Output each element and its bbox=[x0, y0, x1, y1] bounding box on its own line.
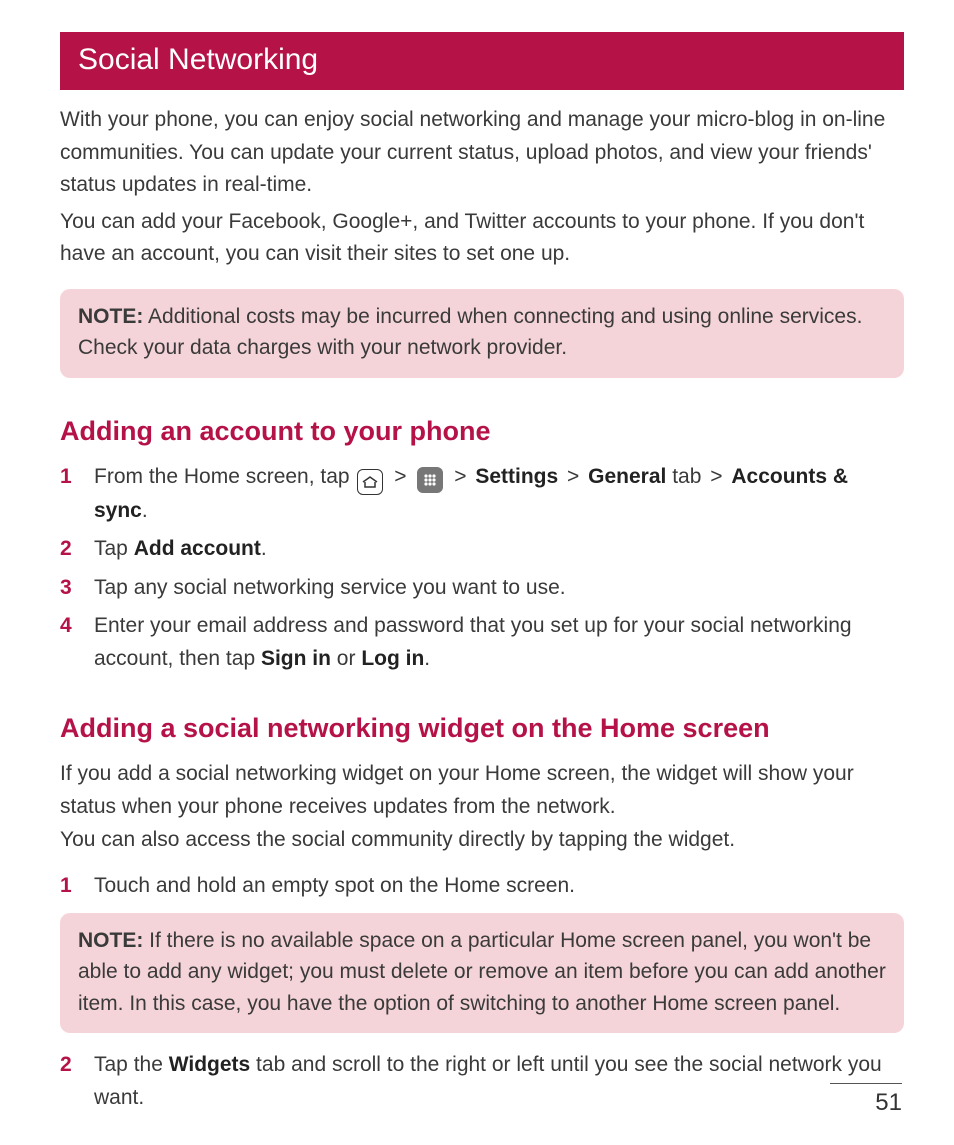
period: . bbox=[142, 499, 148, 522]
step-4: 4 Enter your email address and password … bbox=[60, 610, 904, 675]
bold-log-in: Log in bbox=[361, 647, 424, 670]
step-number: 2 bbox=[60, 533, 94, 566]
step-number: 1 bbox=[60, 461, 94, 494]
section-heading-adding-widget: Adding a social networking widget on the… bbox=[60, 713, 904, 744]
step-body: From the Home screen, tap > > Settings >… bbox=[94, 461, 904, 528]
step-body: Touch and hold an empty spot on the Home… bbox=[94, 870, 904, 903]
steps-list-1: 1 From the Home screen, tap > > Settings… bbox=[60, 461, 904, 676]
step-3: 3 Tap any social networking service you … bbox=[60, 572, 904, 605]
step-1: 1 From the Home screen, tap > > Settings… bbox=[60, 461, 904, 528]
step-body: Enter your email address and password th… bbox=[94, 610, 904, 675]
text: Tap the bbox=[94, 1053, 169, 1076]
period: . bbox=[424, 647, 430, 670]
step-number: 2 bbox=[60, 1049, 94, 1082]
step-body: Tap any social networking service you wa… bbox=[94, 572, 904, 605]
note-box-space: NOTE: If there is no available space on … bbox=[60, 913, 904, 1034]
chevron: > bbox=[710, 465, 722, 488]
step-2: 2 Tap the Widgets tab and scroll to the … bbox=[60, 1049, 904, 1114]
section2-intro-2: You can also access the social community… bbox=[60, 824, 904, 857]
text: or bbox=[331, 647, 361, 670]
intro-paragraph-1: With your phone, you can enjoy social ne… bbox=[60, 104, 904, 202]
text: From the Home screen, tap bbox=[94, 465, 355, 488]
note-body: Additional costs may be incurred when co… bbox=[78, 305, 862, 360]
section-heading-adding-account: Adding an account to your phone bbox=[60, 416, 904, 447]
intro-paragraph-2: You can add your Facebook, Google+, and … bbox=[60, 206, 904, 271]
period: . bbox=[261, 537, 267, 560]
chevron: > bbox=[394, 465, 406, 488]
step-number: 1 bbox=[60, 870, 94, 903]
note-label: NOTE: bbox=[78, 305, 143, 328]
bold-settings: Settings bbox=[475, 465, 558, 488]
note-label: NOTE: bbox=[78, 929, 143, 952]
text: tab bbox=[666, 465, 707, 488]
bold-add-account: Add account bbox=[134, 537, 261, 560]
step-2: 2 Tap Add account. bbox=[60, 533, 904, 566]
step-body: Tap Add account. bbox=[94, 533, 904, 566]
text: Tap bbox=[94, 537, 134, 560]
step-number: 4 bbox=[60, 610, 94, 643]
page-banner: Social Networking bbox=[60, 32, 904, 90]
step-number: 3 bbox=[60, 572, 94, 605]
home-icon bbox=[357, 469, 383, 495]
text: Enter your email address and password th… bbox=[94, 614, 852, 670]
step-1: 1 Touch and hold an empty spot on the Ho… bbox=[60, 870, 904, 903]
bold-widgets: Widgets bbox=[169, 1053, 250, 1076]
note-body: If there is no available space on a part… bbox=[78, 929, 886, 1015]
steps-list-2b: 2 Tap the Widgets tab and scroll to the … bbox=[60, 1049, 904, 1114]
section2-intro-1: If you add a social networking widget on… bbox=[60, 758, 904, 823]
bold-general: General bbox=[588, 465, 666, 488]
step-body: Tap the Widgets tab and scroll to the ri… bbox=[94, 1049, 904, 1114]
page-number: 51 bbox=[875, 1089, 902, 1117]
apps-icon bbox=[417, 467, 443, 493]
note-box-costs: NOTE: Additional costs may be incurred w… bbox=[60, 289, 904, 378]
chevron: > bbox=[454, 465, 466, 488]
bold-sign-in: Sign in bbox=[261, 647, 331, 670]
steps-list-2: 1 Touch and hold an empty spot on the Ho… bbox=[60, 870, 904, 903]
chevron: > bbox=[567, 465, 579, 488]
